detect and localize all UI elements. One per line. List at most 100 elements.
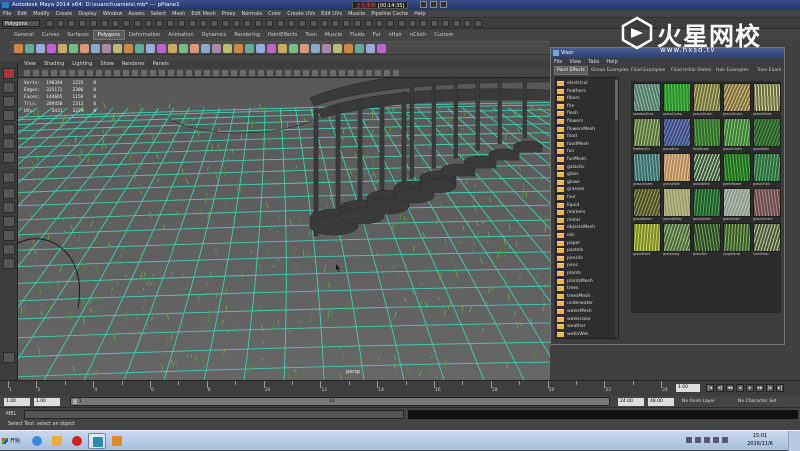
shelf-tool-icon[interactable] (355, 44, 364, 53)
next-key-icon[interactable]: ▸▸ (756, 384, 764, 392)
brush-thumbnail[interactable]: grassWindy (663, 188, 691, 222)
shelf-tab-nhair[interactable]: nHair (385, 30, 406, 40)
shelf-tool-icon[interactable] (300, 44, 309, 53)
panel-tool-icon[interactable] (366, 70, 372, 76)
status-line-tool-icon[interactable] (420, 20, 427, 27)
visor-menu-help[interactable]: Help (606, 59, 617, 65)
shelf-tool-icon[interactable] (190, 44, 199, 53)
menu-help[interactable]: Help (414, 11, 425, 17)
mel-input[interactable] (24, 410, 404, 419)
shelf-tool-icon[interactable] (245, 44, 254, 53)
menu-color[interactable]: Color (268, 11, 281, 17)
status-line-tool-icon[interactable] (134, 20, 141, 27)
status-line-tool-icon[interactable] (398, 20, 405, 27)
menu-edit-mesh[interactable]: Edit Mesh (191, 11, 215, 17)
status-line-tool-icon[interactable] (431, 20, 438, 27)
brush-thumbnail[interactable]: grassTall (693, 223, 721, 257)
shelf-tab-polygons[interactable]: Polygons (93, 30, 125, 40)
panel-menu-renderer[interactable]: Renderer (122, 61, 145, 67)
anim-layer-dropdown[interactable]: No Anim Layer (682, 398, 715, 406)
status-line-tool-icon[interactable] (442, 20, 449, 27)
panel-tool-icon[interactable] (375, 70, 381, 76)
shelf-tab-deformation[interactable]: Deformation (125, 30, 164, 40)
status-line-tool-icon[interactable] (332, 20, 339, 27)
shelf-tool-icon[interactable] (113, 44, 122, 53)
playback-start-field[interactable]: 1.00 (34, 398, 60, 406)
panel-tool-icon[interactable] (276, 70, 282, 76)
brush-thumbnail[interactable]: grassOrnam (633, 153, 661, 187)
shelf-tab-dynamics[interactable]: Dynamics (198, 30, 231, 40)
panel-tool-icon[interactable] (204, 70, 210, 76)
panel-tool-icon[interactable] (51, 70, 57, 76)
taskbar-clock[interactable]: 15:01 2016/11/6 (740, 432, 780, 448)
panel-tool-icon[interactable] (231, 70, 237, 76)
start-button[interactable]: 开始 (2, 434, 24, 448)
go-to-start-icon[interactable]: |◂ (706, 384, 714, 392)
shelf-tool-icon[interactable] (234, 44, 243, 53)
status-line-tool-icon[interactable] (453, 20, 460, 27)
toolbox-tool-icon[interactable] (3, 68, 15, 79)
persp-viewport[interactable]: Verts:19036412250Edges:32517223060Faces:… (18, 78, 550, 380)
toolbox-tool-icon[interactable] (3, 138, 15, 149)
shelf-tab-painteffects[interactable]: PaintEffects (264, 30, 301, 40)
shelf-tool-icon[interactable] (366, 44, 375, 53)
status-line-tool-icon[interactable] (90, 20, 97, 27)
flag-icon[interactable] (713, 437, 719, 443)
status-line-tool-icon[interactable] (68, 20, 75, 27)
taskbar-ie[interactable] (28, 433, 46, 449)
menu-create[interactable]: Create (56, 11, 73, 17)
menu-edit-uvs[interactable]: Edit UVs (321, 11, 342, 17)
panel-menu-panels[interactable]: Panels (153, 61, 169, 67)
panel-tool-icon[interactable] (96, 70, 102, 76)
panel-tool-icon[interactable] (105, 70, 111, 76)
panel-tool-icon[interactable] (114, 70, 120, 76)
shelf-tool-icon[interactable] (311, 44, 320, 53)
status-line-tool-icon[interactable] (310, 20, 317, 27)
panel-tool-icon[interactable] (330, 70, 336, 76)
anim-end-field[interactable]: 48.00 (648, 398, 674, 406)
brush-thumbnail[interactable]: grassThick (753, 153, 781, 187)
brush-thumbnail[interactable]: grassBrown (633, 188, 661, 222)
menu-normals[interactable]: Normals (241, 11, 262, 17)
menu-file[interactable]: File (3, 11, 11, 17)
taskbar-recorder[interactable] (68, 433, 86, 449)
status-line-tool-icon[interactable] (189, 20, 196, 27)
recorder-camera-icon[interactable] (430, 1, 437, 8)
shelf-tool-icon[interactable] (36, 44, 45, 53)
shelf-tab-ncloth[interactable]: nCloth (406, 30, 430, 40)
shelf-tool-icon[interactable] (47, 44, 56, 53)
panel-tool-icon[interactable] (357, 70, 363, 76)
shelf-tool-icon[interactable] (322, 44, 331, 53)
toolbox-tool-icon[interactable] (3, 244, 15, 255)
toolbox-tool-icon[interactable] (3, 188, 15, 199)
taskbar-app[interactable] (108, 433, 126, 449)
toolbox-tool-icon[interactable] (3, 110, 15, 121)
shelf-tab-toon[interactable]: Toon (301, 30, 321, 40)
status-line-tool-icon[interactable] (244, 20, 251, 27)
brush-thumbnail[interactable]: grassWind (693, 153, 721, 187)
panel-tool-icon[interactable] (339, 70, 345, 76)
brush-thumbnail[interactable]: fieldGrass (693, 118, 721, 152)
visor-tab-fluid-examples[interactable]: Fluid Examples (629, 66, 667, 75)
panel-menu-shading[interactable]: Shading (44, 61, 64, 67)
toolbox-tool-icon[interactable] (3, 124, 15, 135)
folder-scrollbar[interactable] (615, 78, 619, 338)
panel-tool-icon[interactable] (294, 70, 300, 76)
visor-tab-fluid-initial-states[interactable]: Fluid Initial States (669, 66, 713, 75)
toolbox-tool-icon[interactable] (3, 258, 15, 269)
panel-tool-icon[interactable] (24, 70, 30, 76)
status-line-tool-icon[interactable] (464, 20, 471, 27)
status-line-tool-icon[interactable] (57, 20, 64, 27)
panel-tool-icon[interactable] (348, 70, 354, 76)
status-line-tool-icon[interactable] (178, 20, 185, 27)
menu-pipeline-cache[interactable]: Pipeline Cache (371, 11, 408, 17)
shelf-tab-custom[interactable]: Custom (430, 30, 457, 40)
prev-key-icon[interactable]: ◂◂ (726, 384, 734, 392)
shelf-tool-icon[interactable] (135, 44, 144, 53)
toolbox-tool-icon[interactable] (3, 96, 15, 107)
brush-thumbnail[interactable]: grassClump (663, 83, 691, 117)
recorder-pause-icon[interactable] (420, 1, 427, 8)
recording-indicator[interactable]: 正在录制[00:14:35] (352, 1, 408, 9)
status-line-tool-icon[interactable] (354, 20, 361, 27)
panel-tool-icon[interactable] (168, 70, 174, 76)
